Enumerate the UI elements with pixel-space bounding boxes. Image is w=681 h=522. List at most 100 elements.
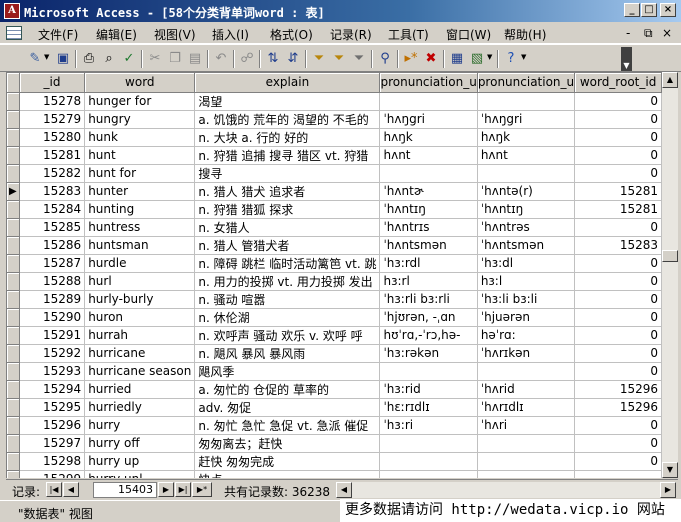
cell-pronunciation-uk[interactable]: ˈhɜ:ri xyxy=(379,416,478,435)
cell-word-root-id[interactable]: 15283 xyxy=(574,236,662,255)
column-header-word[interactable]: word xyxy=(84,73,196,93)
database-window-icon[interactable]: ▦ xyxy=(448,50,466,67)
menu-records[interactable]: 记录(R) xyxy=(330,26,372,43)
filter-by-selection-icon[interactable]: ⏷ xyxy=(310,50,328,67)
cell-word-root-id[interactable]: 0 xyxy=(574,272,662,291)
spell-check-icon[interactable]: ✓ xyxy=(120,50,138,67)
sort-ascending-icon[interactable]: ⇅ xyxy=(264,50,282,67)
cell-pronunciation-us[interactable]: ˈhʌntə(r) xyxy=(477,182,576,201)
cell-explain[interactable]: 渴望 xyxy=(194,92,381,111)
table-row[interactable]: 15285 huntress n. 女猎人 ˈhʌntrɪs ˈhʌntrəs 0 xyxy=(7,218,662,237)
row-selector[interactable] xyxy=(7,398,20,417)
table-row[interactable]: 15290 huron n. 休伦湖 ˈhjʊrən, -ˌɑn ˈhjuərən 0 xyxy=(7,308,662,327)
row-selector[interactable] xyxy=(7,326,20,345)
cell-pronunciation-uk[interactable]: ˈhɜ:rli bɜ:rli xyxy=(379,290,478,309)
cell-word[interactable]: hunting xyxy=(84,200,196,219)
cell-word-root-id[interactable]: 0 xyxy=(574,164,662,183)
column-header-id[interactable]: _id xyxy=(19,73,86,93)
cell-explain[interactable]: n. 用力的投掷 vt. 用力投掷 发出 xyxy=(194,272,381,291)
table-row[interactable]: 15298 hurry up 赶快 匆匆完成 0 xyxy=(7,452,662,471)
cell-word[interactable]: hurl xyxy=(84,272,196,291)
cell-id[interactable]: 15285 xyxy=(19,218,86,237)
cell-pronunciation-us[interactable]: hʌnt xyxy=(477,146,576,165)
cell-word-root-id[interactable]: 0 xyxy=(574,254,662,273)
cell-id[interactable]: 15282 xyxy=(19,164,86,183)
cell-pronunciation-uk[interactable]: hʌŋk xyxy=(379,128,478,147)
cell-id[interactable]: 15297 xyxy=(19,434,86,453)
mdi-restore-button[interactable]: ⧉ xyxy=(644,26,653,41)
column-header-pronunciation-us[interactable]: pronunciation_u xyxy=(477,73,576,93)
row-selector[interactable] xyxy=(7,236,20,255)
cell-pronunciation-us[interactable]: ˈhʌntɪŋ xyxy=(477,200,576,219)
cell-word[interactable]: hunter xyxy=(84,182,196,201)
table-row[interactable]: 15291 hurrah n. 欢呼声 骚动 欢乐 v. 欢呼 呼 hʊˈrɑ,-ˈr… xyxy=(7,326,662,345)
cell-pronunciation-uk[interactable]: ˈhʌntrɪs xyxy=(379,218,478,237)
last-record-button[interactable]: ▶| xyxy=(175,482,191,497)
cell-explain[interactable]: n. 休伦湖 xyxy=(194,308,381,327)
cell-pronunciation-uk[interactable]: hɜ:rl xyxy=(379,272,478,291)
cell-word-root-id[interactable]: 0 xyxy=(574,434,662,453)
table-row[interactable]: 15293 hurricane season 飓风季 0 xyxy=(7,362,662,381)
cell-word-root-id[interactable]: 0 xyxy=(574,308,662,327)
view-dropdown-icon[interactable]: ▼ xyxy=(44,53,49,61)
cell-pronunciation-uk[interactable] xyxy=(379,434,478,453)
cell-explain[interactable]: 搜寻 xyxy=(194,164,381,183)
cell-pronunciation-uk[interactable]: ˈhʌntsmən xyxy=(379,236,478,255)
row-selector[interactable] xyxy=(7,92,20,111)
cell-word-root-id[interactable]: 0 xyxy=(574,452,662,471)
cell-explain[interactable]: a. 匆忙的 仓促的 草率的 xyxy=(194,380,381,399)
cell-explain[interactable]: 快点 xyxy=(194,470,381,478)
table-row[interactable]: 15296 hurry n. 匆忙 急忙 急促 vt. 急派 催促 ˈhɜ:ri ˈhʌ… xyxy=(7,416,662,435)
scroll-left-button[interactable]: ◀ xyxy=(336,482,352,498)
cell-word-root-id[interactable]: 0 xyxy=(574,344,662,363)
cell-pronunciation-us[interactable]: hʌŋk xyxy=(477,128,576,147)
cell-word[interactable]: hunger for xyxy=(84,92,196,111)
cell-id[interactable]: 15281 xyxy=(19,146,86,165)
cell-explain[interactable]: n. 障碍 跳栏 临时活动篱笆 vt. 跳 xyxy=(194,254,381,273)
cell-explain[interactable]: a. 饥饿的 荒年的 渴望的 不毛的 xyxy=(194,110,381,129)
table-row[interactable]: 15278 hunger for 渴望 0 xyxy=(7,92,662,111)
cell-pronunciation-us[interactable]: ˈhʌrɪkən xyxy=(477,344,576,363)
cell-id[interactable]: 15279 xyxy=(19,110,86,129)
cell-id[interactable]: 15294 xyxy=(19,380,86,399)
print-preview-icon[interactable]: ⌕ xyxy=(100,50,118,67)
previous-record-button[interactable]: ◀ xyxy=(63,482,79,497)
cell-word[interactable]: hurdle xyxy=(84,254,196,273)
row-selector[interactable] xyxy=(7,380,20,399)
cell-word-root-id[interactable]: 0 xyxy=(574,218,662,237)
cell-pronunciation-uk[interactable]: ˈhʌŋgri xyxy=(379,110,478,129)
datasheet-doc-icon[interactable] xyxy=(6,26,22,40)
cell-id[interactable]: 15288 xyxy=(19,272,86,291)
cell-explain[interactable]: n. 女猎人 xyxy=(194,218,381,237)
cell-pronunciation-us[interactable] xyxy=(477,470,576,478)
table-row[interactable]: 15288 hurl n. 用力的投掷 vt. 用力投掷 发出 hɜ:rl hɜ:l 0 xyxy=(7,272,662,291)
cell-pronunciation-us[interactable] xyxy=(477,452,576,471)
table-row[interactable]: 15280 hunk n. 大块 a. 行的 好的 hʌŋk hʌŋk 0 xyxy=(7,128,662,147)
table-row[interactable]: 15287 hurdle n. 障碍 跳栏 临时活动篱笆 vt. 跳 ˈhɜ:rdl ˈ… xyxy=(7,254,662,273)
menu-edit[interactable]: 编辑(E) xyxy=(96,26,137,43)
cell-pronunciation-us[interactable]: ˈhʌrid xyxy=(477,380,576,399)
minimize-button[interactable]: _ xyxy=(624,3,640,17)
table-row[interactable]: 15299hurry unl快点 xyxy=(7,470,662,478)
scroll-down-button[interactable]: ▼ xyxy=(662,462,678,478)
cell-word-root-id[interactable]: 0 xyxy=(574,290,662,309)
table-row[interactable]: 15282 hunt for 搜寻 0 xyxy=(7,164,662,183)
new-object-icon[interactable]: ▧ xyxy=(468,50,486,67)
cell-pronunciation-uk[interactable] xyxy=(379,362,478,381)
cell-explain[interactable]: n. 狩猎 猎狐 探求 xyxy=(194,200,381,219)
cell-pronunciation-uk[interactable]: ˈhɜ:rəkən xyxy=(379,344,478,363)
table-row[interactable]: 15295 hurriedly adv. 匆促 ˈhɛːrɪdlɪ ˈhʌrɪdlɪ 15… xyxy=(7,398,662,417)
cell-pronunciation-us[interactable]: hɜ:l xyxy=(477,272,576,291)
row-selector[interactable] xyxy=(7,110,20,129)
row-selector[interactable] xyxy=(7,164,20,183)
horizontal-scrollbar[interactable]: ◀ ▶ xyxy=(336,482,676,498)
cell-word-root-id[interactable]: 15296 xyxy=(574,398,662,417)
cell-pronunciation-uk[interactable]: ˈhjʊrən, -ˌɑn xyxy=(379,308,478,327)
table-row[interactable]: 15286 huntsman n. 猎人 管猎犬者 ˈhʌntsmən ˈhʌntsmə… xyxy=(7,236,662,255)
cell-id[interactable]: 15298 xyxy=(19,452,86,471)
cell-pronunciation-us[interactable]: ˈhʌri xyxy=(477,416,576,435)
cell-explain[interactable]: 赶快 匆匆完成 xyxy=(194,452,381,471)
cell-pronunciation-uk[interactable]: ˈhɜ:rdl xyxy=(379,254,478,273)
record-number-input[interactable]: 15403 xyxy=(93,482,157,498)
column-header-word-root-id[interactable]: word_root_id xyxy=(574,73,662,93)
